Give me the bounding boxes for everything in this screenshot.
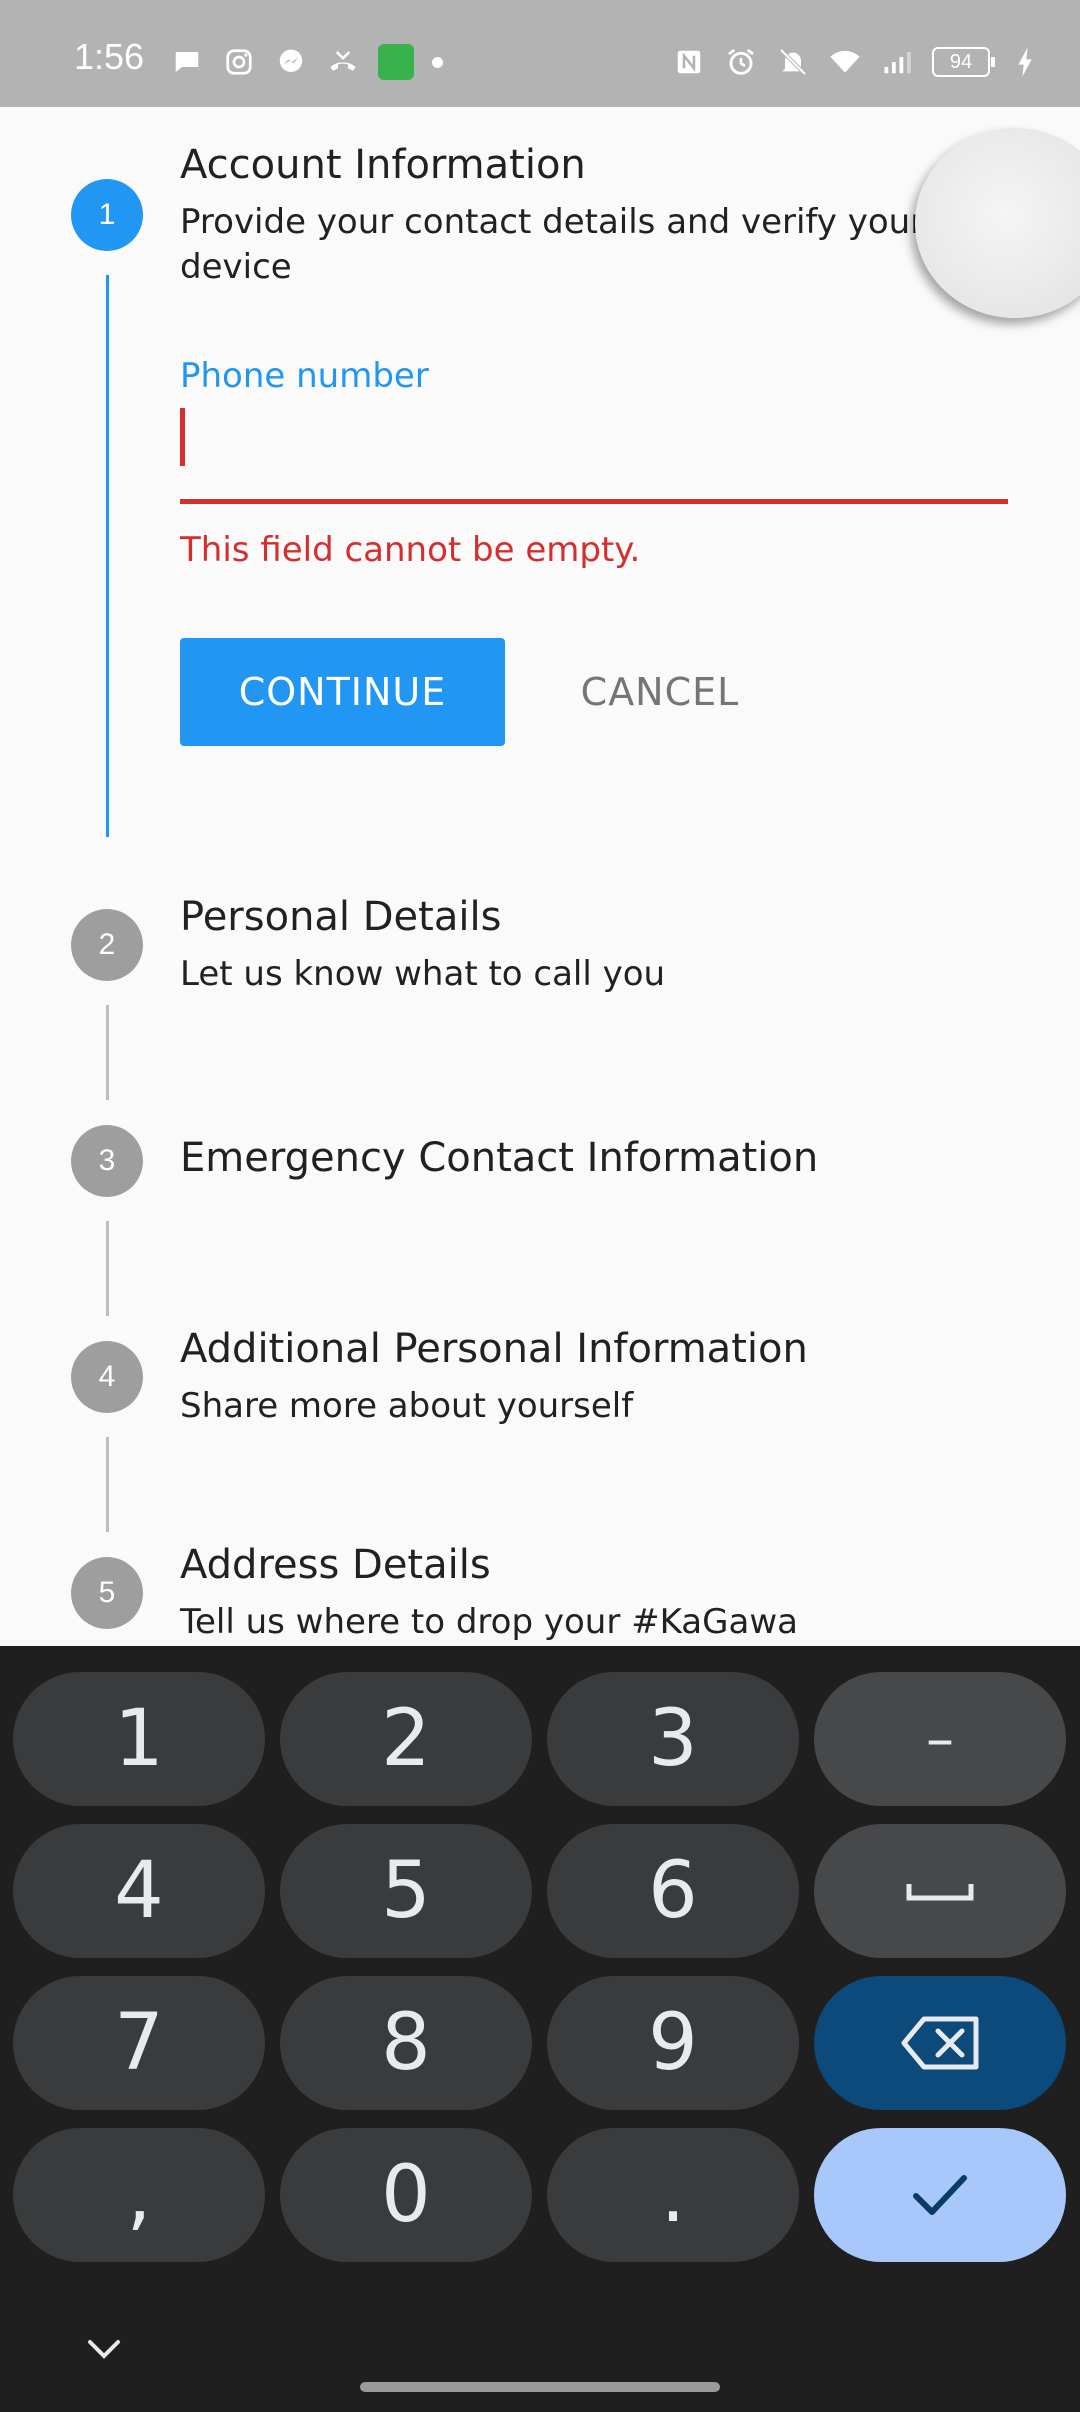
chat-icon: [170, 45, 204, 79]
cancel-button[interactable]: CANCEL: [540, 638, 780, 746]
continue-button[interactable]: CONTINUE: [180, 638, 505, 746]
key-0[interactable]: 0: [280, 2128, 532, 2262]
space-icon: [906, 1884, 974, 1901]
chevron-down-icon: [88, 2340, 120, 2359]
instagram-icon: [222, 45, 256, 79]
app-icon: [378, 44, 414, 80]
key-space[interactable]: [814, 1824, 1066, 1958]
messenger-icon: [274, 45, 308, 79]
key-comma[interactable]: ,: [13, 2128, 265, 2262]
nfc-icon: [672, 45, 706, 79]
backspace-icon: [901, 2016, 979, 2070]
step-2-indicator[interactable]: 2: [71, 909, 143, 981]
mute-icon: [776, 45, 810, 79]
key-3[interactable]: 3: [547, 1672, 799, 1806]
home-indicator[interactable]: [360, 2382, 720, 2392]
step-connector-3: [106, 1221, 109, 1316]
step-4-indicator[interactable]: 4: [71, 1341, 143, 1413]
signal-icon: [880, 45, 914, 79]
notification-icons: [170, 44, 443, 80]
missed-call-icon: [326, 45, 360, 79]
key-7[interactable]: 7: [13, 1976, 265, 2110]
step-1-subtitle: Provide your contact details and verify …: [180, 202, 925, 287]
key-period[interactable]: .: [547, 2128, 799, 2262]
step-4-title[interactable]: Additional Personal Information: [180, 1326, 808, 1372]
alarm-icon: [724, 45, 758, 79]
key-6[interactable]: 6: [547, 1824, 799, 1958]
step-1-indicator[interactable]: 1: [71, 179, 143, 251]
step-3-title[interactable]: Emergency Contact Information: [180, 1135, 818, 1181]
key-5[interactable]: 5: [280, 1824, 532, 1958]
collapse-keyboard-button[interactable]: [84, 2330, 124, 2370]
phone-field-error: This field cannot be empty.: [180, 530, 641, 570]
phone-field-label: Phone number: [180, 356, 429, 396]
dot-icon: [432, 56, 443, 68]
step-2-title[interactable]: Personal Details: [180, 894, 501, 940]
step-4-subtitle: Share more about yourself: [180, 1386, 634, 1426]
key-8[interactable]: 8: [280, 1976, 532, 2110]
wifi-icon: [828, 45, 862, 79]
system-icons: 94: [672, 44, 1042, 80]
key-dash[interactable]: –: [814, 1672, 1066, 1806]
step-connector-2: [106, 1005, 109, 1100]
key-backspace[interactable]: [814, 1976, 1066, 2110]
step-2-subtitle: Let us know what to call you: [180, 954, 666, 994]
step-5-subtitle: Tell us where to drop your #KaGawa: [180, 1602, 798, 1642]
step-5-indicator[interactable]: 5: [71, 1557, 143, 1629]
status-time: 1:56: [74, 36, 145, 77]
phone-number-input[interactable]: [180, 395, 1008, 495]
key-4[interactable]: 4: [13, 1824, 265, 1958]
step-1-title[interactable]: Account Information: [180, 142, 586, 188]
key-9[interactable]: 9: [547, 1976, 799, 2110]
status-bar: 1:56 94: [0, 0, 1080, 107]
checkmark-icon: [913, 2175, 967, 2215]
battery-icon: 94: [932, 47, 995, 77]
step-3-indicator[interactable]: 3: [71, 1125, 143, 1197]
step-connector-1: [106, 275, 109, 837]
phone-field-underline: [180, 499, 1008, 504]
charging-icon: [1008, 45, 1042, 79]
step-connector-4: [106, 1437, 109, 1532]
key-done[interactable]: [814, 2128, 1066, 2262]
key-1[interactable]: 1: [13, 1672, 265, 1806]
key-2[interactable]: 2: [280, 1672, 532, 1806]
step-5-title[interactable]: Address Details: [180, 1542, 491, 1588]
